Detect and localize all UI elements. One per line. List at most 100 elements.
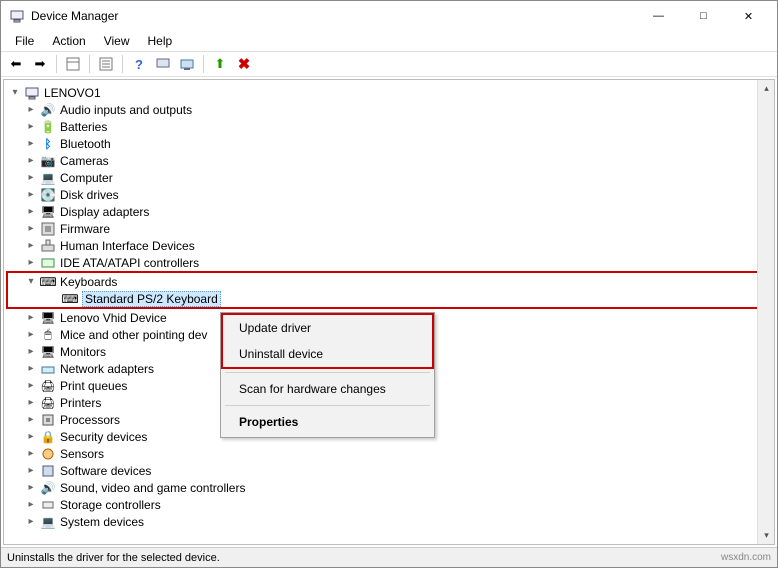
chevron-right-icon[interactable]: ▸ [24,346,38,357]
toolbar: ⬅ ➡ ? ⬆ ✖ [1,51,777,77]
hid-icon [40,238,56,254]
context-menu: Update driver Uninstall device Scan for … [220,312,435,438]
close-button[interactable]: ✕ [726,2,771,30]
ctx-uninstall-device[interactable]: Uninstall device [223,341,432,367]
forward-button[interactable]: ➡ [29,53,51,75]
show-hide-tree-button[interactable] [62,53,84,75]
chevron-right-icon[interactable]: ▸ [24,138,38,149]
tree-node-standard-ps2[interactable]: ⌨Standard PS/2 Keyboard [6,290,770,307]
menu-help[interactable]: Help [140,32,181,50]
app-icon [9,8,25,24]
tree-node-batteries[interactable]: ▸🔋Batteries [6,118,772,135]
maximize-button[interactable]: □ [681,2,726,30]
window-title: Device Manager [31,9,118,23]
chevron-right-icon[interactable]: ▸ [24,482,38,493]
menu-file[interactable]: File [7,32,42,50]
printer-icon: 🖨 [40,395,56,411]
chevron-right-icon[interactable]: ▸ [24,414,38,425]
chevron-right-icon[interactable]: ▸ [24,465,38,476]
battery-icon: 🔋 [40,119,56,135]
network-icon [40,361,56,377]
sensor-icon [40,446,56,462]
tree-node-storage[interactable]: ▸Storage controllers [6,496,772,513]
sound-icon: 🔊 [40,480,56,496]
tree-node-sensors[interactable]: ▸Sensors [6,445,772,462]
menu-action[interactable]: Action [44,32,93,50]
disk-icon: 💽 [40,187,56,203]
uninstall-button[interactable]: ✖ [233,53,255,75]
cpu-icon [40,412,56,428]
scroll-up-button[interactable]: ▴ [758,80,775,97]
status-bar: Uninstalls the driver for the selected d… [1,547,777,567]
chevron-right-icon[interactable]: ▸ [24,329,38,340]
chevron-right-icon[interactable]: ▸ [24,104,38,115]
tree-node-audio[interactable]: ▸🔊Audio inputs and outputs [6,101,772,118]
watermark: wsxdn.com [721,552,771,563]
device-tree[interactable]: ▾ LENOVO1 ▸🔊Audio inputs and outputs ▸🔋B… [4,80,774,534]
chevron-right-icon[interactable]: ▸ [24,206,38,217]
system-icon: 💻 [40,514,56,530]
chevron-down-icon[interactable]: ▾ [8,87,22,98]
chevron-right-icon[interactable]: ▸ [24,363,38,374]
chevron-right-icon[interactable]: ▸ [24,189,38,200]
chevron-right-icon[interactable]: ▸ [24,155,38,166]
tree-node-bluetooth[interactable]: ▸ᛒBluetooth [6,135,772,152]
chevron-right-icon[interactable]: ▸ [24,121,38,132]
monitor-icon: 🖥 [40,344,56,360]
chevron-right-icon[interactable]: ▸ [24,257,38,268]
chevron-right-icon[interactable]: ▸ [24,172,38,183]
tree-root[interactable]: ▾ LENOVO1 [6,84,772,101]
tree-node-hid[interactable]: ▸Human Interface Devices [6,237,772,254]
minimize-button[interactable]: — [636,2,681,30]
toolbar-btn-5[interactable] [152,53,174,75]
tree-node-system[interactable]: ▸💻System devices [6,513,772,530]
properties-button[interactable] [95,53,117,75]
back-button[interactable]: ⬅ [5,53,27,75]
chevron-right-icon[interactable]: ▸ [24,240,38,251]
menu-view[interactable]: View [96,32,138,50]
ctx-properties[interactable]: Properties [223,409,432,435]
software-icon [40,463,56,479]
computer-icon: 💻 [40,170,56,186]
tree-node-display[interactable]: ▸🖥Display adapters [6,203,772,220]
tree-node-keyboards[interactable]: ▾⌨Keyboards [6,273,770,290]
help-button[interactable]: ? [128,53,150,75]
vertical-scrollbar[interactable]: ▴ ▾ [757,80,774,544]
chevron-right-icon[interactable]: ▸ [24,516,38,527]
update-driver-button[interactable]: ⬆ [209,53,231,75]
chevron-right-icon[interactable]: ▸ [24,431,38,442]
chevron-right-icon[interactable]: ▸ [24,380,38,391]
status-text: Uninstalls the driver for the selected d… [7,552,220,564]
chevron-right-icon[interactable]: ▸ [24,312,38,323]
keyboard-icon: ⌨ [62,291,78,307]
security-icon: 🔒 [40,429,56,445]
tree-node-software[interactable]: ▸Software devices [6,462,772,479]
ctx-separator [225,372,430,373]
firmware-icon [40,221,56,237]
scan-hardware-button[interactable] [176,53,198,75]
keyboards-highlight-box: ▾⌨Keyboards ⌨Standard PS/2 Keyboard [6,271,772,309]
chevron-right-icon[interactable]: ▸ [24,448,38,459]
tree-root-label: LENOVO1 [44,86,101,100]
audio-icon: 🔊 [40,102,56,118]
bluetooth-icon: ᛒ [40,136,56,152]
tree-node-ide[interactable]: ▸IDE ATA/ATAPI controllers [6,254,772,271]
tree-node-sound[interactable]: ▸🔊Sound, video and game controllers [6,479,772,496]
keyboard-icon: ⌨ [40,274,56,290]
camera-icon: 📷 [40,153,56,169]
tree-node-computer[interactable]: ▸💻Computer [6,169,772,186]
ctx-scan-hardware[interactable]: Scan for hardware changes [223,376,432,402]
scroll-down-button[interactable]: ▾ [758,527,775,544]
chevron-down-icon[interactable]: ▾ [24,276,38,287]
chevron-right-icon[interactable]: ▸ [24,499,38,510]
tree-node-cameras[interactable]: ▸📷Cameras [6,152,772,169]
ide-icon [40,255,56,271]
chevron-right-icon[interactable]: ▸ [24,397,38,408]
tree-node-disk[interactable]: ▸💽Disk drives [6,186,772,203]
ctx-update-driver[interactable]: Update driver [223,315,432,341]
mouse-icon: 🖱 [40,327,56,343]
device-icon: 🖥 [40,310,56,326]
chevron-right-icon[interactable]: ▸ [24,223,38,234]
title-bar: Device Manager — □ ✕ [1,1,777,31]
tree-node-firmware[interactable]: ▸Firmware [6,220,772,237]
